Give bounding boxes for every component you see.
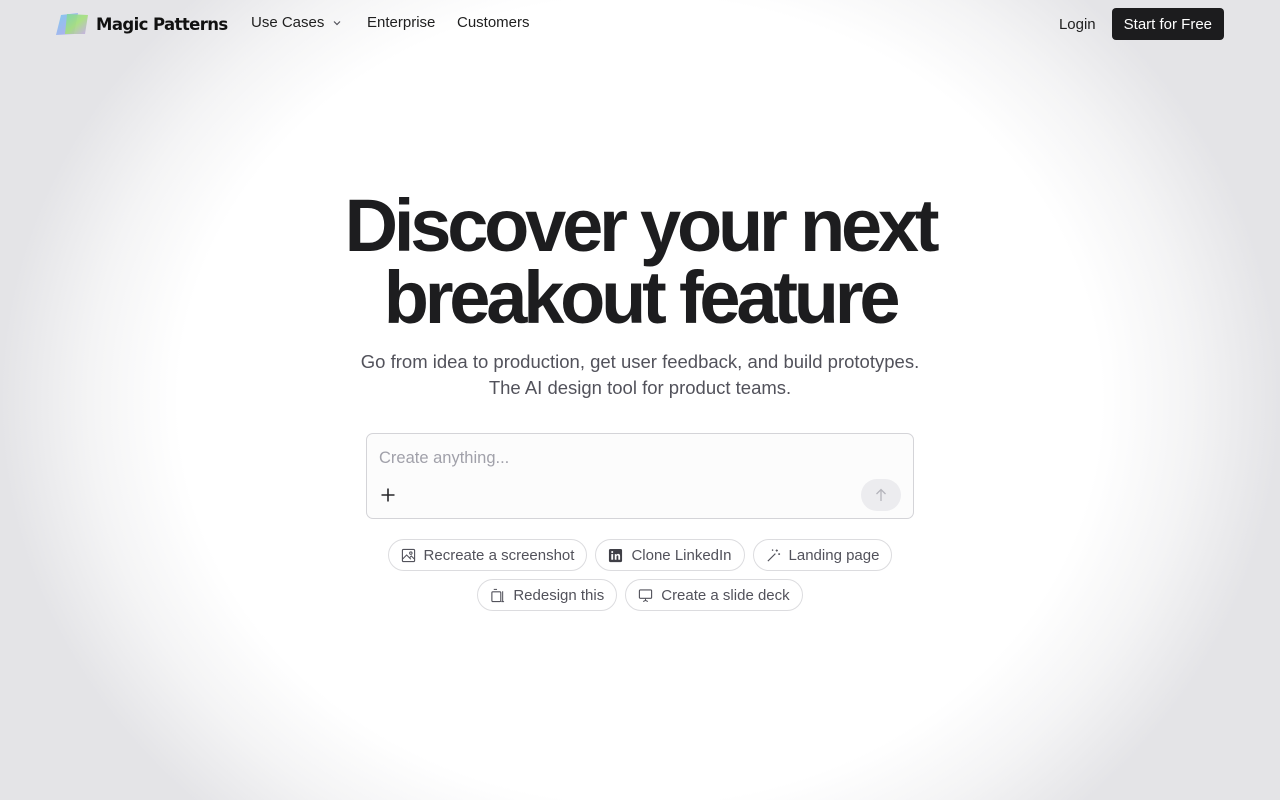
hero-title-line-1: Discover your next <box>344 184 940 267</box>
suggestion-landing-page[interactable]: Landing page <box>752 539 893 571</box>
login-button[interactable]: Login <box>1059 16 1096 33</box>
hero-title: Discover your next breakout feature <box>0 184 1280 339</box>
suggestion-recreate-screenshot[interactable]: Recreate a screenshot <box>387 539 588 571</box>
suggestion-label: Clone LinkedIn <box>631 546 732 564</box>
nav-use-cases-label: Use Cases <box>251 14 325 31</box>
nav-customers[interactable]: Customers <box>457 14 530 31</box>
magic-patterns-logo-icon <box>56 13 88 35</box>
nav-use-cases[interactable]: Use Cases <box>251 14 367 31</box>
hero-title-line-2: breakout feature <box>383 256 901 339</box>
nav-links: Use Cases Enterprise Customers <box>251 14 530 31</box>
prompt-box <box>366 433 914 519</box>
send-button[interactable] <box>861 479 901 511</box>
add-attachment-button[interactable] <box>378 485 398 505</box>
brand-name: Magic Patterns <box>96 14 228 34</box>
hero-subtitle-line-2: The AI design tool for product teams. <box>488 377 792 398</box>
hero-subtitle: Go from idea to production, get user fee… <box>0 349 1280 401</box>
image-icon <box>401 548 415 562</box>
nav-enterprise[interactable]: Enterprise <box>367 14 457 31</box>
redesign-icon <box>491 588 505 602</box>
suggestion-label: Landing page <box>788 546 880 564</box>
logo[interactable]: Magic Patterns <box>56 12 228 36</box>
nav-actions: Login Start for Free <box>1059 8 1224 40</box>
magic-wand-icon <box>766 548 780 562</box>
start-for-free-button[interactable]: Start for Free <box>1111 8 1224 40</box>
top-nav: Magic Patterns Use Cases Enterprise Cust… <box>0 0 1280 48</box>
suggestions-row-1: Recreate a screenshot Clone LinkedIn Lan… <box>0 539 1280 571</box>
suggestion-label: Create a slide deck <box>661 586 790 604</box>
presentation-icon <box>639 588 653 602</box>
plus-icon <box>381 488 395 502</box>
suggestion-redesign-this[interactable]: Redesign this <box>477 579 618 611</box>
chevron-down-icon <box>333 20 341 25</box>
suggestion-clone-linkedin[interactable]: Clone LinkedIn <box>595 539 745 571</box>
suggestion-label: Recreate a screenshot <box>423 546 575 564</box>
linkedin-icon <box>609 548 623 562</box>
suggestions-row-2: Redesign this Create a slide deck <box>0 579 1280 611</box>
hero-subtitle-line-1: Go from idea to production, get user fee… <box>360 351 920 372</box>
arrow-up-icon <box>876 488 886 501</box>
suggestion-label: Redesign this <box>513 586 605 604</box>
suggestion-create-slide-deck[interactable]: Create a slide deck <box>625 579 803 611</box>
prompt-input[interactable] <box>379 446 899 470</box>
